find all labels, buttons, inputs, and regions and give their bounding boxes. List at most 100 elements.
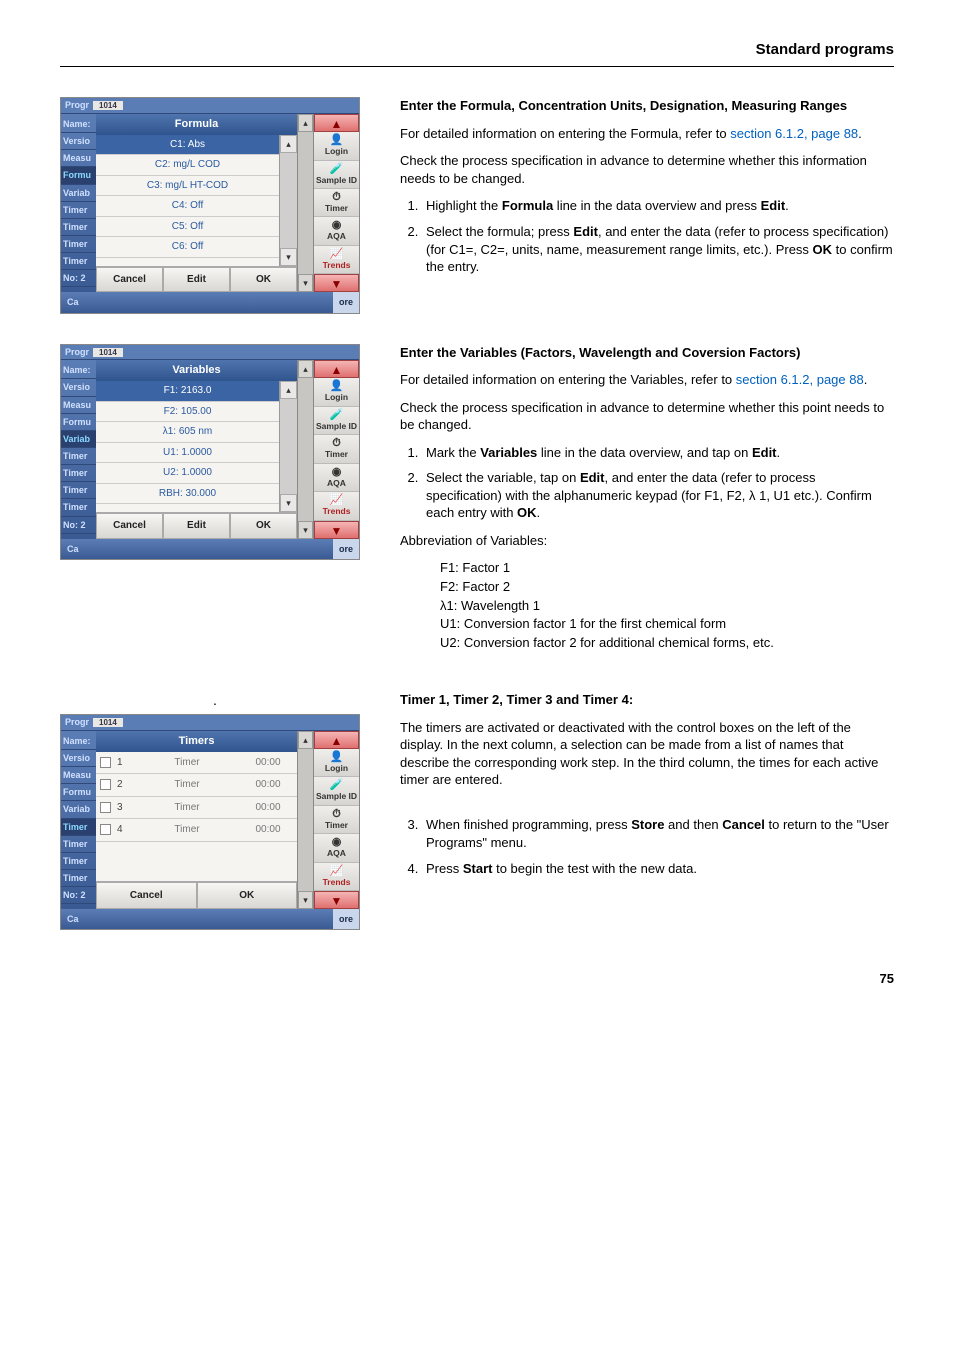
ok-button[interactable]: OK (230, 267, 297, 293)
outer-scrollbar[interactable]: ▴ ▾ (297, 731, 313, 909)
trends-button[interactable]: 📈Trends (314, 246, 359, 274)
scroll-up-icon[interactable]: ▴ (298, 114, 313, 132)
aqa-button[interactable]: ◉AQA (314, 834, 359, 862)
scroll-down-icon[interactable]: ▾ (298, 274, 313, 292)
list-item[interactable]: C1: Abs (96, 135, 279, 156)
sidebar-item: Measu (61, 767, 96, 784)
prog-num: 1014 (93, 348, 123, 357)
abbrev-item: U1: Conversion factor 1 for the first ch… (440, 615, 894, 633)
timers-list: 1Timer00:00 2Timer00:00 3Timer00:00 4Tim… (96, 752, 297, 881)
screenshot-formula: Progr1014 Name: Versio Measu Formu Varia… (60, 97, 360, 313)
list-item[interactable]: C6: Off (96, 237, 279, 258)
sidebar-item: Timer (61, 482, 96, 499)
edit-button[interactable]: Edit (163, 513, 230, 539)
scroll-up-icon[interactable]: ▴ (280, 135, 297, 153)
scroll-down-icon[interactable]: ▾ (298, 891, 313, 909)
scroll-down-icon[interactable]: ▾ (280, 494, 297, 512)
sidebar-item: Timer (61, 836, 96, 853)
scroll-down-icon[interactable]: ▾ (298, 521, 313, 539)
list-item: Select the variable, tap on Edit, and en… (422, 469, 894, 522)
timer-icon: ⏱ (315, 809, 358, 820)
list-item[interactable]: λ1: 605 nm (96, 422, 279, 443)
xref-link[interactable]: section 6.1.2, page 88 (736, 372, 864, 387)
list-item[interactable]: U1: 1.0000 (96, 443, 279, 464)
scroll-up-icon[interactable]: ▴ (298, 731, 313, 749)
checkbox[interactable] (100, 802, 111, 813)
ok-button[interactable]: OK (230, 513, 297, 539)
cancel-button[interactable]: Cancel (96, 267, 163, 293)
trends-button[interactable]: 📈Trends (314, 492, 359, 520)
abbrev-item: F2: Factor 2 (440, 578, 894, 596)
list-item[interactable]: C5: Off (96, 217, 279, 238)
ok-button[interactable]: OK (197, 882, 298, 910)
right-panel: ▲ 👤Login 🧪Sample ID ⏱Timer ◉AQA 📈Trends … (313, 360, 359, 538)
nav-up-icon[interactable]: ▲ (314, 360, 359, 378)
list-item: Highlight the Formula line in the data o… (422, 197, 894, 215)
scroll-up-icon[interactable]: ▴ (280, 381, 297, 399)
outer-scrollbar[interactable]: ▴ ▾ (297, 360, 313, 538)
popup-scrollbar[interactable]: ▴ ▾ (279, 381, 297, 512)
aqa-button[interactable]: ◉AQA (314, 217, 359, 245)
timer-row[interactable]: 2Timer00:00 (96, 774, 297, 797)
sidebar-item: Variab (61, 801, 96, 818)
sample-id-button[interactable]: 🧪Sample ID (314, 161, 359, 189)
footer-ca: Ca (61, 292, 85, 312)
prog-prefix: Progr (65, 717, 89, 727)
list-item[interactable]: C3: mg/L HT-COD (96, 176, 279, 197)
trends-button[interactable]: 📈Trends (314, 863, 359, 891)
nav-down-icon[interactable]: ▼ (314, 274, 359, 292)
list-item[interactable]: RBH: 30.000 (96, 484, 279, 505)
aqa-button[interactable]: ◉AQA (314, 464, 359, 492)
scroll-up-icon[interactable]: ▴ (298, 360, 313, 378)
popup-list: F1: 2163.0 F2: 105.00 λ1: 605 nm U1: 1.0… (96, 381, 279, 512)
sidebar-item: Versio (61, 133, 96, 150)
cancel-button[interactable]: Cancel (96, 513, 163, 539)
popup-scrollbar[interactable]: ▴ ▾ (279, 135, 297, 266)
sample-id-button[interactable]: 🧪Sample ID (314, 407, 359, 435)
sidebar-item: Name: (61, 116, 96, 133)
aqa-icon: ◉ (315, 467, 358, 478)
header-rule (60, 66, 894, 67)
nav-up-icon[interactable]: ▲ (314, 114, 359, 132)
sidebar-item: Timer (61, 870, 96, 887)
timer-button[interactable]: ⏱Timer (314, 806, 359, 834)
nav-down-icon[interactable]: ▼ (314, 521, 359, 539)
timer-button[interactable]: ⏱Timer (314, 435, 359, 463)
footer-ore: ore (333, 909, 359, 929)
checkbox[interactable] (100, 757, 111, 768)
login-button[interactable]: 👤Login (314, 132, 359, 160)
login-button[interactable]: 👤Login (314, 749, 359, 777)
footer-ca: Ca (61, 909, 85, 929)
checkbox[interactable] (100, 824, 111, 835)
nav-up-icon[interactable]: ▲ (314, 731, 359, 749)
paragraph: For detailed information on entering the… (400, 125, 894, 143)
outer-scrollbar[interactable]: ▴ ▾ (297, 114, 313, 292)
list-item[interactable]: F2: 105.00 (96, 402, 279, 423)
sidebar-item: No: 2 (61, 887, 96, 904)
cancel-button[interactable]: Cancel (96, 882, 197, 910)
timer-row[interactable]: 4Timer00:00 (96, 819, 297, 842)
scroll-down-icon[interactable]: ▾ (280, 248, 297, 266)
timer-row[interactable]: 3Timer00:00 (96, 797, 297, 820)
sidebar-labels: Name: Versio Measu Formu Variab Timer Ti… (61, 731, 96, 909)
sidebar-item: Timer (61, 465, 96, 482)
list-item[interactable]: F1: 2163.0 (96, 381, 279, 402)
edit-button[interactable]: Edit (163, 267, 230, 293)
paragraph: Abbreviation of Variables: (400, 532, 894, 550)
login-button[interactable]: 👤Login (314, 378, 359, 406)
timer-button[interactable]: ⏱Timer (314, 189, 359, 217)
sidebar-item: Timer (61, 499, 96, 516)
sample-id-button[interactable]: 🧪Sample ID (314, 777, 359, 805)
list-item[interactable]: C4: Off (96, 196, 279, 217)
section-heading: Timer 1, Timer 2, Timer 3 and Timer 4: (400, 691, 894, 709)
nav-down-icon[interactable]: ▼ (314, 891, 359, 909)
prog-prefix: Progr (65, 347, 89, 357)
xref-link[interactable]: section 6.1.2, page 88 (730, 126, 858, 141)
footer-ore: ore (333, 292, 359, 312)
popup-list: C1: Abs C2: mg/L COD C3: mg/L HT-COD C4:… (96, 135, 279, 266)
list-item[interactable]: C2: mg/L COD (96, 155, 279, 176)
prog-num: 1014 (93, 101, 123, 110)
timer-row[interactable]: 1Timer00:00 (96, 752, 297, 775)
checkbox[interactable] (100, 779, 111, 790)
list-item[interactable]: U2: 1.0000 (96, 463, 279, 484)
